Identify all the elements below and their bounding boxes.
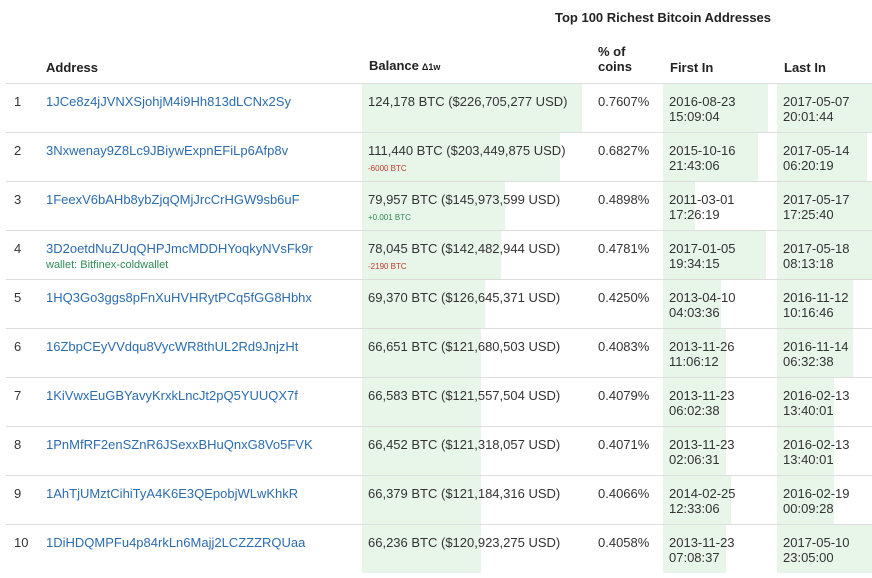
row-rank: 9 xyxy=(14,486,22,501)
balance-delta-header-label: Δ1w xyxy=(421,62,441,72)
page-title: Top 100 Richest Bitcoin Addresses xyxy=(555,10,772,25)
balance-value: 66,379 BTC ($121,184,316 USD) xyxy=(368,486,561,501)
balance-value: 66,236 BTC ($120,923,275 USD) xyxy=(368,535,561,550)
table-row: 5 1HQ3Go3ggs8pFnXuHVHRytPCq5fGG8Hbhx 69,37… xyxy=(6,279,872,328)
first-in-value: 2015-10-16 21:43:06 xyxy=(669,143,736,173)
column-header-last-in[interactable]: Last In xyxy=(784,60,826,75)
last-in-value: 2017-05-14 06:20:19 xyxy=(783,143,850,173)
pct-coins-value: 0.6827% xyxy=(598,143,650,158)
address-link[interactable]: 3D2oetdNuZUqQHPJmcMDDHYoqkyNVsFk9r xyxy=(46,241,313,256)
column-header-balance[interactable]: Balance Δ1w xyxy=(369,58,440,75)
table-row: 7 1KiVwxEuGBYavyKrxkLncJt2pQ5YUUQX7f 66,58… xyxy=(6,377,872,426)
first-in-value: 2011-03-01 17:26:19 xyxy=(669,192,735,222)
row-rank: 6 xyxy=(14,339,22,354)
pct-coins-value: 0.4079% xyxy=(598,388,650,403)
table-row: 4 3D2oetdNuZUqQHPJmcMDDHYoqkyNVsFk9r walle… xyxy=(6,230,872,279)
row-rank: 5 xyxy=(14,290,22,305)
pct-header-line1: % of xyxy=(598,44,626,59)
balance-delta: -6000 BTC xyxy=(368,164,407,173)
address-link[interactable]: 1PnMfRF2enSZnR6JSexxBHuQnxG8Vo5FVK xyxy=(46,437,313,452)
balance-delta: +0.001 BTC xyxy=(368,213,411,222)
pct-coins-value: 0.4071% xyxy=(598,437,650,452)
address-link[interactable]: 1FeexV6bAHb8ybZjqQMjJrcCrHGW9sb6uF xyxy=(46,192,300,207)
last-in-value: 2017-05-10 23:05:00 xyxy=(783,535,850,565)
pct-coins-value: 0.4781% xyxy=(598,241,650,256)
last-in-value: 2016-02-13 13:40:01 xyxy=(783,437,850,467)
table-row: 8 1PnMfRF2enSZnR6JSexxBHuQnxG8Vo5FVK 66,45… xyxy=(6,426,872,475)
address-link[interactable]: 1KiVwxEuGBYavyKrxkLncJt2pQ5YUUQX7f xyxy=(46,388,298,403)
first-in-value: 2013-11-26 11:06:12 xyxy=(669,339,735,369)
table-row: 9 1AhTjUMztCihiTyA4K6E3QEpobjWLwKhkR 66,37… xyxy=(6,475,872,524)
last-in-value: 2017-05-18 08:13:18 xyxy=(783,241,850,271)
table-row: 6 16ZbpCEyVVdqu8VycWR8thUL2Rd9JnjzHt 66,65… xyxy=(6,328,872,377)
first-in-value: 2013-11-23 06:02:38 xyxy=(669,388,735,418)
balance-value: 78,045 BTC ($142,482,944 USD) xyxy=(368,241,561,256)
row-rank: 7 xyxy=(14,388,22,403)
balance-value: 66,651 BTC ($121,680,503 USD) xyxy=(368,339,561,354)
balance-delta: -2190 BTC xyxy=(368,262,407,271)
wallet-label: wallet: Bitfinex-coldwallet xyxy=(46,259,169,271)
column-header-address[interactable]: Address xyxy=(46,60,98,75)
address-link[interactable]: 1HQ3Go3ggs8pFnXuHVHRytPCq5fGG8Hbhx xyxy=(46,290,312,305)
last-in-value: 2016-11-14 06:32:38 xyxy=(783,339,849,369)
balance-value: 79,957 BTC ($145,973,599 USD) xyxy=(368,192,561,207)
pct-coins-value: 0.4066% xyxy=(598,486,650,501)
row-rank: 8 xyxy=(14,437,22,452)
pct-header-line2: coins xyxy=(598,59,632,74)
last-in-header-label: Last In xyxy=(784,60,826,75)
table-row: 1 1JCe8z4jJVNXSjohjM4i9Hh813dLCNx2Sy 124,1… xyxy=(6,83,872,132)
address-link[interactable]: 1JCe8z4jJVNXSjohjM4i9Hh813dLCNx2Sy xyxy=(46,94,291,109)
column-header-first-in[interactable]: First In xyxy=(670,60,713,75)
last-in-value: 2016-02-19 00:09:28 xyxy=(783,486,850,516)
table-row: 10 1DiHDQMPFu4p84rkLn6Majj2LCZZZRQUaa 66,2… xyxy=(6,524,872,573)
row-rank: 1 xyxy=(14,94,22,109)
row-rank: 4 xyxy=(14,241,22,256)
first-in-value: 2013-11-23 07:08:37 xyxy=(669,535,735,565)
address-header-label: Address xyxy=(46,60,99,75)
row-rank: 10 xyxy=(14,535,29,550)
address-link[interactable]: 1AhTjUMztCihiTyA4K6E3QEpobjWLwKhkR xyxy=(46,486,298,501)
first-in-header-label: First In xyxy=(670,60,714,75)
pct-coins-value: 0.7607% xyxy=(598,94,650,109)
balance-value: 124,178 BTC ($226,705,277 USD) xyxy=(368,94,568,109)
first-in-value: 2014-02-25 12:33:06 xyxy=(669,486,736,516)
last-in-value: 2017-05-07 20:01:44 xyxy=(783,94,850,124)
pct-coins-value: 0.4058% xyxy=(598,535,650,550)
first-in-value: 2017-01-05 19:34:15 xyxy=(669,241,736,271)
last-in-value: 2017-05-17 17:25:40 xyxy=(783,192,850,222)
row-rank: 2 xyxy=(14,143,22,158)
address-link[interactable]: 1DiHDQMPFu4p84rkLn6Majj2LCZZZRQUaa xyxy=(46,535,305,550)
last-in-value: 2016-02-13 13:40:01 xyxy=(783,388,850,418)
first-in-value: 2013-04-10 04:03:36 xyxy=(669,290,736,320)
address-link[interactable]: 3Nxwenay9Z8Lc9JBiywExpnEFiLp6Afp8v xyxy=(46,143,288,158)
balance-value: 69,370 BTC ($126,645,371 USD) xyxy=(368,290,561,305)
pct-coins-value: 0.4898% xyxy=(598,192,650,207)
balance-value: 66,452 BTC ($121,318,057 USD) xyxy=(368,437,561,452)
balance-value: 66,583 BTC ($121,557,504 USD) xyxy=(368,388,561,403)
pct-coins-value: 0.4250% xyxy=(598,290,650,305)
address-link[interactable]: 16ZbpCEyVVdqu8VycWR8thUL2Rd9JnjzHt xyxy=(46,339,298,354)
table-row: 3 1FeexV6bAHb8ybZjqQMjJrcCrHGW9sb6uF 79,95… xyxy=(6,181,872,230)
first-in-value: 2016-08-23 15:09:04 xyxy=(669,94,736,124)
first-in-value: 2013-11-23 02:06:31 xyxy=(669,437,735,467)
balance-value: 111,440 BTC ($203,449,875 USD) xyxy=(368,143,566,158)
table-row: 2 3Nxwenay9Z8Lc9JBiywExpnEFiLp6Afp8v 111,4… xyxy=(6,132,872,181)
balance-header-label: Balance xyxy=(369,58,419,73)
last-in-value: 2016-11-12 10:16:46 xyxy=(783,290,849,320)
row-rank: 3 xyxy=(14,192,22,207)
pct-coins-value: 0.4083% xyxy=(598,339,650,354)
column-header-pct-coins[interactable]: % of coins xyxy=(598,44,632,74)
